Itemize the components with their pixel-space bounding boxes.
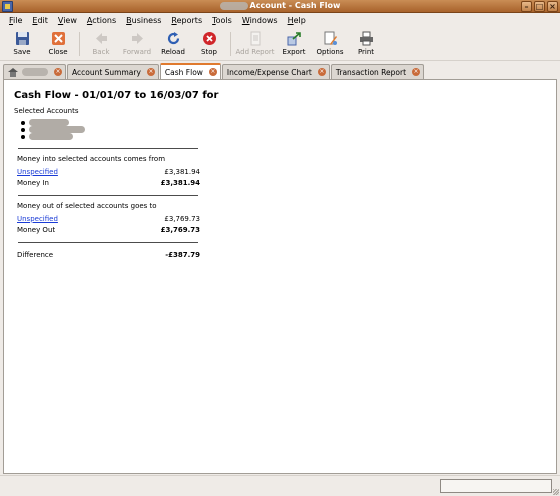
options-button[interactable]: Options xyxy=(312,28,348,60)
list-item xyxy=(21,126,204,133)
stop-icon xyxy=(201,30,217,46)
menu-tools[interactable]: Tools xyxy=(207,16,237,25)
menubar: File Edit View Actions Business Reports … xyxy=(0,13,560,27)
divider xyxy=(18,195,198,196)
statusbar xyxy=(0,475,560,496)
money-out-total: £3,769.73 xyxy=(160,225,200,234)
close-icon xyxy=(50,30,66,46)
money-out-source-link[interactable]: Unspecified xyxy=(17,215,58,223)
reload-button[interactable]: Reload xyxy=(155,28,191,60)
back-button[interactable]: Back xyxy=(83,28,119,60)
redacted-account xyxy=(29,119,69,126)
print-icon xyxy=(358,30,374,46)
list-item xyxy=(21,119,204,126)
back-arrow-icon xyxy=(93,30,109,46)
list-item xyxy=(21,133,204,140)
report-tabs: × Account Summary × Cash Flow × Income/E… xyxy=(3,63,425,79)
window-title: Account - Cash Flow xyxy=(249,1,341,10)
close-tab-icon[interactable]: × xyxy=(317,68,326,76)
redacted-tab-name xyxy=(22,68,48,76)
money-in-source-link[interactable]: Unspecified xyxy=(17,168,58,176)
money-out-heading: Money out of selected accounts goes to xyxy=(17,202,157,210)
options-icon xyxy=(322,30,338,46)
menu-windows[interactable]: Windows xyxy=(237,16,283,25)
close-tab-icon[interactable]: × xyxy=(54,68,62,76)
menu-edit[interactable]: Edit xyxy=(27,16,53,25)
money-in-heading: Money into selected accounts comes from xyxy=(17,155,166,163)
money-in-total: £3,381.94 xyxy=(160,178,200,187)
redacted-account xyxy=(29,133,73,140)
menu-reports[interactable]: Reports xyxy=(166,16,207,25)
reload-icon xyxy=(165,30,181,46)
save-icon xyxy=(14,30,30,46)
tab-account-summary[interactable]: Account Summary × xyxy=(67,64,159,79)
resize-grip-icon[interactable] xyxy=(553,489,559,495)
menu-view[interactable]: View xyxy=(53,16,82,25)
add-report-icon xyxy=(247,30,263,46)
selected-accounts-list xyxy=(21,119,204,140)
difference-value: -£387.79 xyxy=(165,250,200,259)
table-row: Unspecified £3,769.73 xyxy=(17,213,200,224)
money-out-source-amount: £3,769.73 xyxy=(164,214,200,223)
report-view: Cash Flow - 01/01/07 to 16/03/07 for Sel… xyxy=(3,79,557,474)
selected-accounts-heading: Selected Accounts xyxy=(14,107,79,115)
money-in-source-amount: £3,381.94 xyxy=(164,167,200,176)
close-tab-icon[interactable]: × xyxy=(412,68,421,76)
toolbar-separator xyxy=(79,32,80,56)
divider xyxy=(18,242,198,243)
report-title: Cash Flow - 01/01/07 to 16/03/07 for xyxy=(14,90,219,101)
forward-button[interactable]: Forward xyxy=(119,28,155,60)
tab-transaction-report[interactable]: Transaction Report × xyxy=(330,64,425,79)
tab-cash-flow[interactable]: Cash Flow × xyxy=(159,63,221,79)
menu-actions[interactable]: Actions xyxy=(82,16,121,25)
menu-business[interactable]: Business xyxy=(121,16,166,25)
minimize-icon[interactable]: – xyxy=(521,1,532,12)
tab-accounts[interactable]: × xyxy=(3,64,66,79)
home-icon xyxy=(8,67,18,77)
cash-flow-report: Cash Flow - 01/01/07 to 16/03/07 for Sel… xyxy=(14,90,219,260)
progress-bar xyxy=(440,479,552,493)
forward-arrow-icon xyxy=(129,30,145,46)
window-titlebar: Account - Cash Flow – □ × xyxy=(0,0,560,13)
save-button[interactable]: Save xyxy=(4,28,40,60)
maximize-icon[interactable]: □ xyxy=(534,1,545,12)
table-row: Difference -£387.79 xyxy=(17,249,200,260)
redacted-account xyxy=(29,126,85,133)
redacted-book-name xyxy=(219,1,248,10)
add-report-button[interactable]: Add Report xyxy=(234,28,276,60)
close-tab-icon[interactable]: × xyxy=(208,68,217,76)
menu-file[interactable]: File xyxy=(4,16,27,25)
menu-help[interactable]: Help xyxy=(283,16,311,25)
money-in-label: Money In xyxy=(17,178,49,187)
print-button[interactable]: Print xyxy=(348,28,384,60)
table-row: Unspecified £3,381.94 xyxy=(17,166,200,177)
export-button[interactable]: Export xyxy=(276,28,312,60)
tab-income-expense-chart[interactable]: Income/Expense Chart × xyxy=(221,64,330,79)
difference-label: Difference xyxy=(17,250,54,259)
close-tab-icon[interactable]: × xyxy=(146,68,155,76)
table-row: Money Out £3,769.73 xyxy=(17,224,200,235)
toolbar: Save Close Back Forward Reload Stop Add … xyxy=(0,28,560,61)
divider xyxy=(18,148,198,149)
export-icon xyxy=(286,30,302,46)
money-out-label: Money Out xyxy=(17,225,56,234)
stop-button[interactable]: Stop xyxy=(191,28,227,60)
close-window-icon[interactable]: × xyxy=(547,1,558,12)
close-button[interactable]: Close xyxy=(40,28,76,60)
toolbar-separator xyxy=(230,32,231,56)
table-row: Money In £3,381.94 xyxy=(17,177,200,188)
